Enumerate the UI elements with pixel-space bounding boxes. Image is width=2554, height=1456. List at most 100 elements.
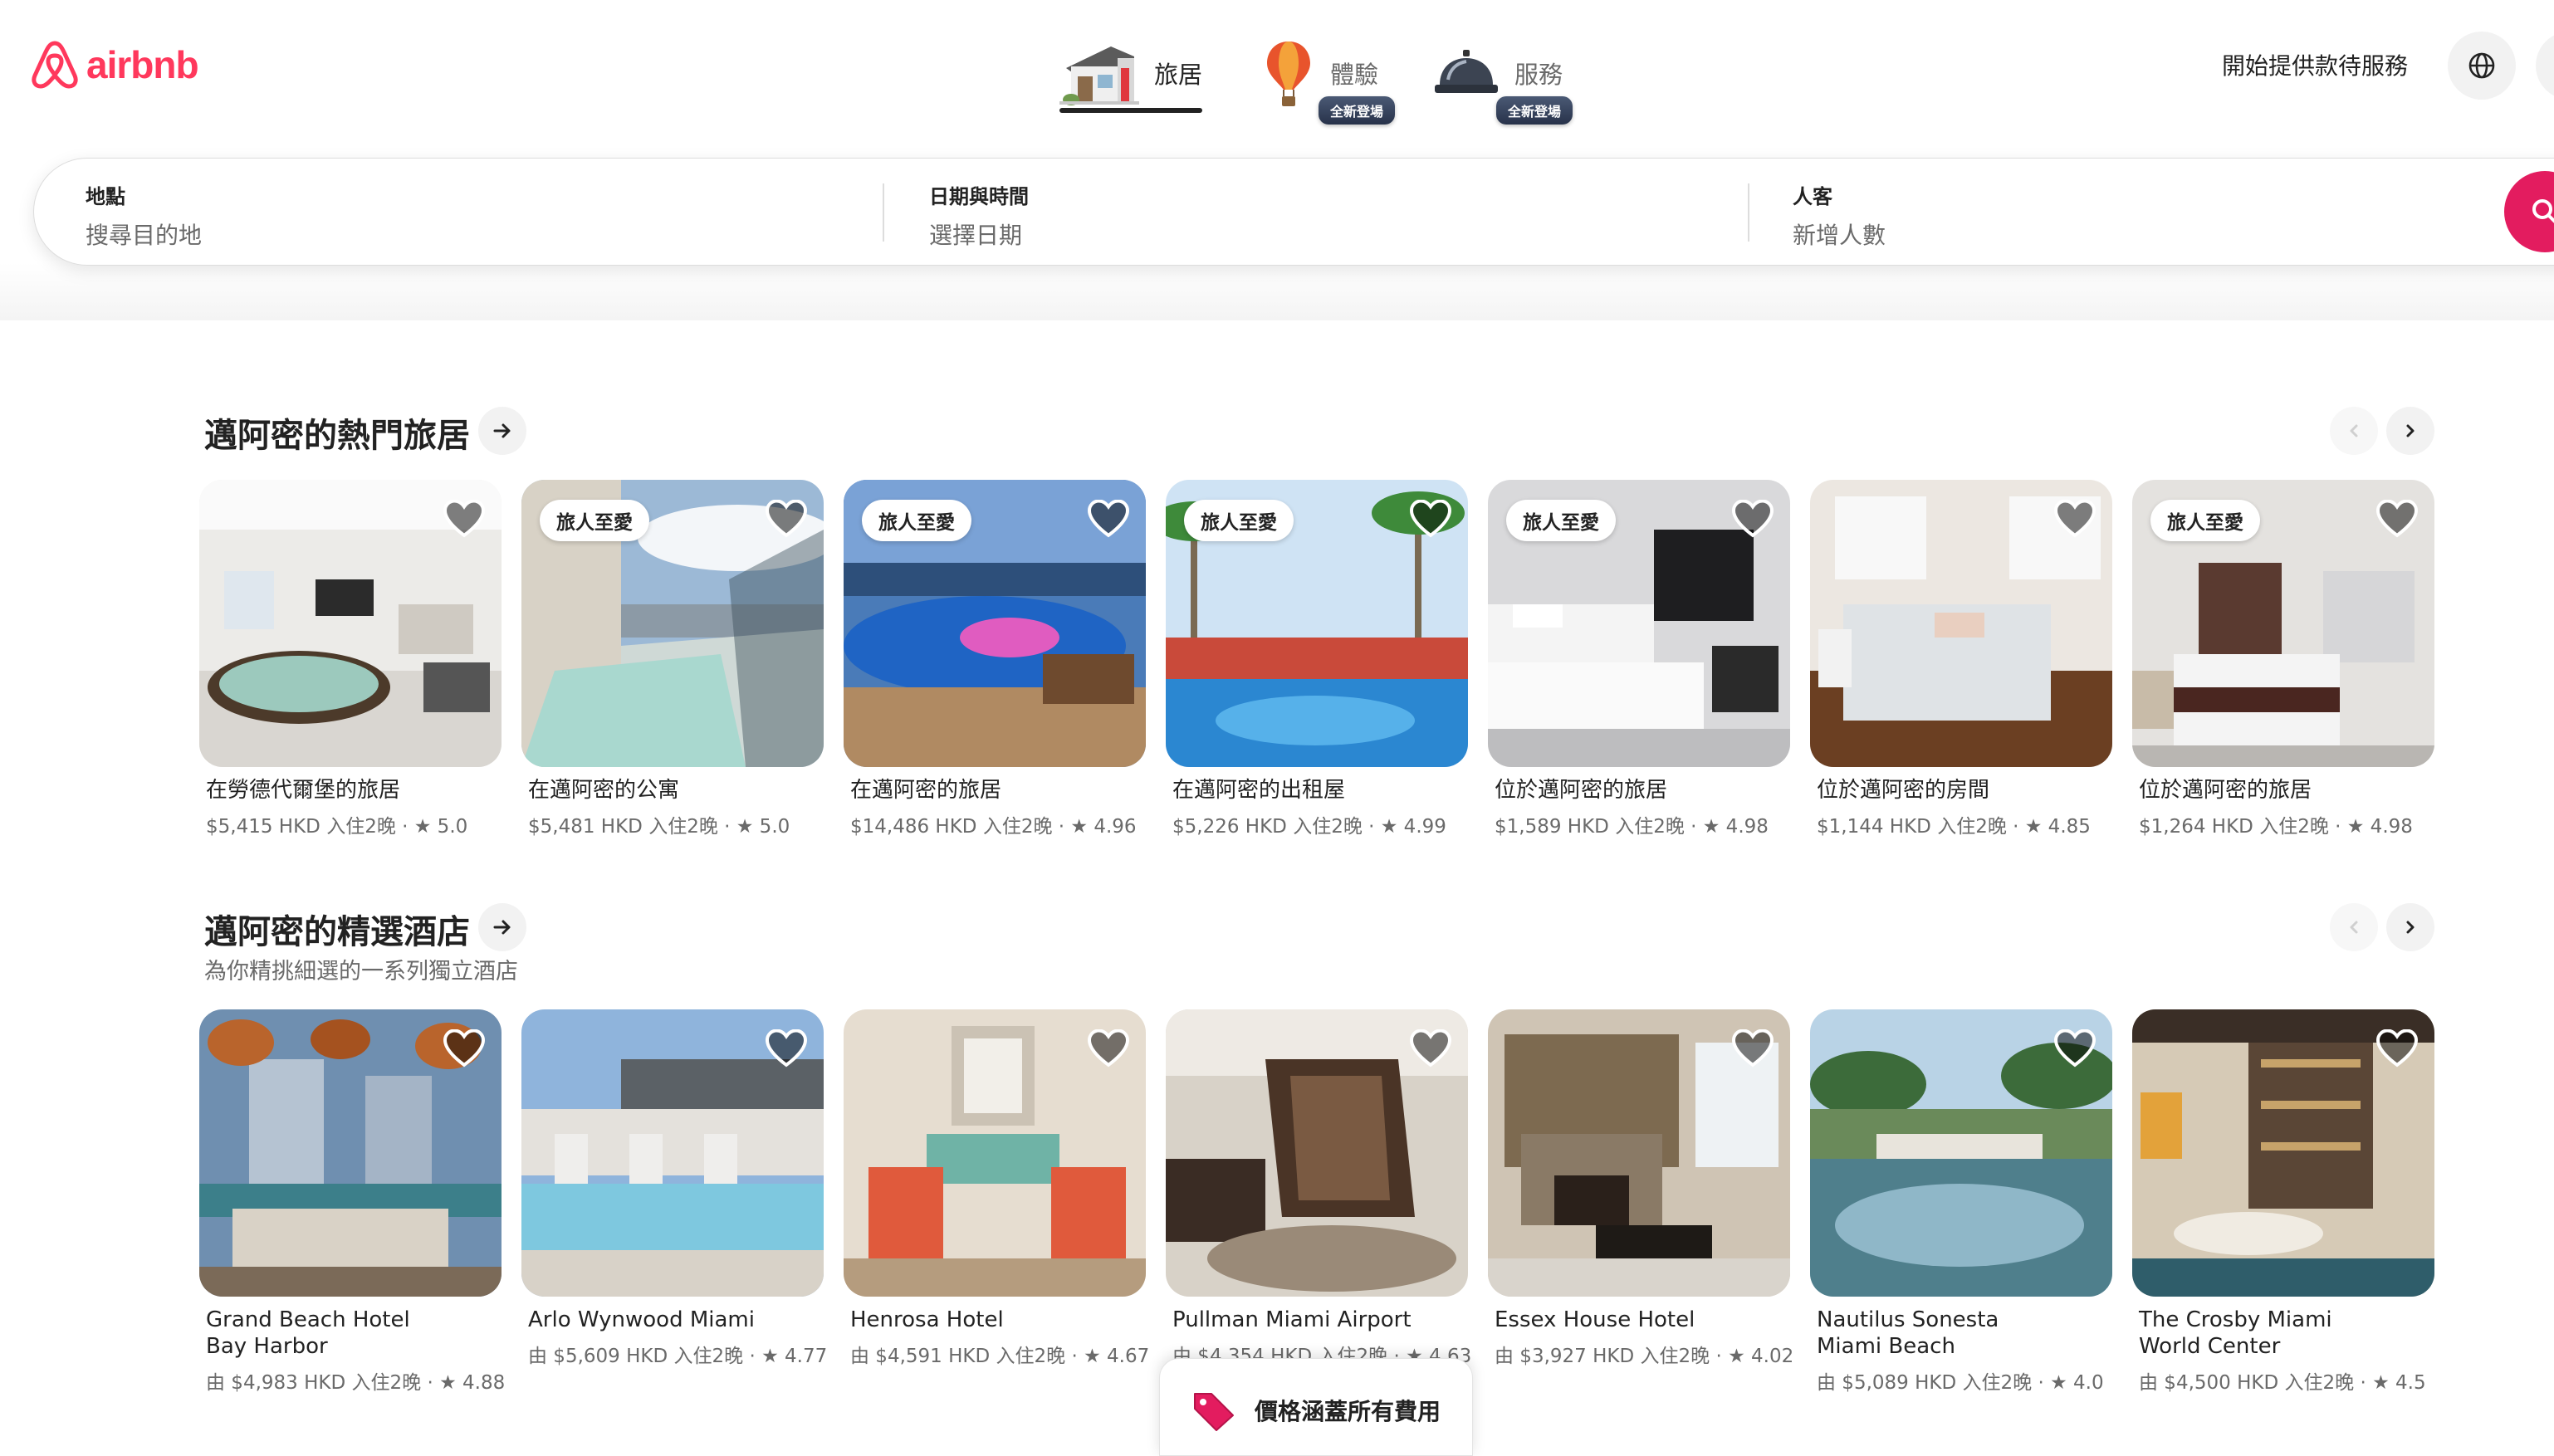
header-divider <box>0 262 2554 320</box>
hotel-title-line2: Miami Beach <box>1817 1334 1955 1359</box>
hotel-meta: 由 $5,609 HKD 入住2晚 · ★ 4.77 <box>528 1346 828 1367</box>
listing-photo[interactable]: 旅人至愛 <box>844 480 1146 767</box>
dates-input[interactable]: 選擇日期 <box>929 217 1029 251</box>
listing-photo[interactable] <box>1810 480 2112 767</box>
active-tab-indicator <box>1059 108 1202 113</box>
section-subtitle: 為你精挑細選的一系列獨立酒店 <box>204 959 518 985</box>
search-divider <box>883 183 884 242</box>
dates-field[interactable]: 日期與時間 選擇日期 <box>929 180 1029 251</box>
listing-title: 在邁阿密的出租屋 <box>1172 778 1346 803</box>
listing-meta: $5,226 HKD 入住2晚 · ★ 4.99 <box>1172 816 1446 838</box>
hot-air-balloon-icon <box>1267 42 1310 106</box>
price-notice-text: 價格涵蓋所有費用 <box>1255 1398 1441 1425</box>
carousel-next-button[interactable] <box>2386 903 2434 951</box>
logo-text: airbnb <box>86 43 199 86</box>
carousel-prev-button[interactable] <box>2330 407 2378 455</box>
hotel-photo[interactable] <box>1488 1009 1790 1297</box>
price-notice-toggle[interactable]: 價格涵蓋所有費用 <box>1159 1358 1473 1456</box>
become-host-link[interactable]: 開始提供款待服務 <box>2222 48 2408 81</box>
new-badge-experiences: 全新登場 <box>1319 96 1396 125</box>
hotel-photo[interactable] <box>521 1009 824 1297</box>
carousel-next-button[interactable] <box>2386 407 2434 455</box>
service-bell-icon <box>1435 50 1498 93</box>
section-arrow-button[interactable] <box>478 903 526 951</box>
listing-photo[interactable]: 旅人至愛 <box>2132 480 2434 767</box>
location-field[interactable]: 地點 搜尋目的地 <box>86 180 202 251</box>
hotel-title: Pullman Miami Airport <box>1172 1307 1463 1333</box>
carousel-prev-button[interactable] <box>2330 903 2378 951</box>
globe-icon <box>2468 52 2495 79</box>
guest-favorite-badge: 旅人至愛 <box>1184 500 1294 541</box>
guests-input[interactable]: 新增人數 <box>1793 217 1886 251</box>
listing-meta: $5,481 HKD 入住2晚 · ★ 5.0 <box>528 816 790 838</box>
hotel-photo[interactable] <box>844 1009 1146 1297</box>
hotel-meta: 由 $3,927 HKD 入住2晚 · ★ 4.02 <box>1495 1346 1794 1367</box>
heart-icon[interactable] <box>1410 500 1451 538</box>
section-title[interactable]: 邁阿密的熱門旅居 <box>204 408 470 457</box>
hotel-title: Nautilus Sonesta Miami Beach <box>1817 1307 2107 1360</box>
heart-icon[interactable] <box>2054 500 2096 538</box>
listing-photo[interactable] <box>199 480 502 767</box>
section-title[interactable]: 邁阿密的精選酒店 <box>204 905 470 953</box>
listing-photo[interactable]: 旅人至愛 <box>521 480 824 767</box>
heart-icon[interactable] <box>1410 1029 1451 1068</box>
listing-title: 在邁阿密的旅居 <box>850 778 1002 803</box>
tab-stays[interactable]: 旅居 <box>1059 30 1202 116</box>
heart-icon[interactable] <box>2376 1029 2418 1068</box>
house-icon <box>1059 46 1139 105</box>
heart-icon[interactable] <box>1732 500 1774 538</box>
section-arrow-button[interactable] <box>478 407 526 455</box>
top-header: airbnb 旅居 體驗 全新登場 服務 全新登場 開始提供款待服務 地點 搜尋… <box>0 0 2554 320</box>
heart-icon[interactable] <box>2376 500 2418 538</box>
language-button[interactable] <box>2448 32 2516 100</box>
hotel-photo[interactable] <box>2132 1009 2434 1297</box>
airbnb-logo[interactable]: airbnb <box>30 38 199 91</box>
hotel-title-line1: Arlo Wynwood Miami <box>528 1307 755 1332</box>
search-icon <box>2532 199 2554 223</box>
chevron-right-icon <box>2406 921 2415 934</box>
guest-favorite-badge: 旅人至愛 <box>862 500 971 541</box>
hotel-title: Henrosa Hotel <box>850 1307 1141 1333</box>
heart-icon[interactable] <box>766 500 807 538</box>
listing-meta: $14,486 HKD 入住2晚 · ★ 4.96 <box>850 816 1137 838</box>
guest-favorite-badge: 旅人至愛 <box>1506 500 1616 541</box>
heart-icon[interactable] <box>1088 1029 1129 1068</box>
hotel-meta: 由 $4,983 HKD 入住2晚 · ★ 4.88 <box>206 1372 506 1394</box>
guest-favorite-badge: 旅人至愛 <box>2150 500 2260 541</box>
listing-meta: $1,144 HKD 入住2晚 · ★ 4.85 <box>1817 816 2091 838</box>
chevron-right-icon <box>2406 424 2415 437</box>
heart-icon[interactable] <box>766 1029 807 1068</box>
listing-photo[interactable]: 旅人至愛 <box>1166 480 1468 767</box>
heart-icon[interactable] <box>1088 500 1129 538</box>
hotel-title-line1: Henrosa Hotel <box>850 1307 1004 1332</box>
tab-services-label: 服務 <box>1514 61 1563 89</box>
heart-icon[interactable] <box>443 500 485 538</box>
hotel-meta: 由 $5,089 HKD 入住2晚 · ★ 4.0 <box>1817 1372 2104 1394</box>
listing-title: 位於邁阿密的房間 <box>1817 778 1990 803</box>
listing-title: 位於邁阿密的旅居 <box>1495 778 1668 803</box>
price-tag-icon <box>1194 1393 1234 1431</box>
location-label: 地點 <box>86 185 125 208</box>
hotel-title: Grand Beach Hotel Bay Harbor <box>206 1307 497 1360</box>
user-menu-button[interactable] <box>2536 32 2554 100</box>
hotel-title-line1: Pullman Miami Airport <box>1172 1307 1412 1332</box>
hotel-title: Essex House Hotel <box>1495 1307 1785 1333</box>
airbnb-logo-icon <box>32 41 78 89</box>
hotel-title-line2: Bay Harbor <box>206 1334 328 1359</box>
guests-field[interactable]: 人客 新增人數 <box>1793 180 1886 251</box>
listing-photo[interactable]: 旅人至愛 <box>1488 480 1790 767</box>
listing-meta: $5,415 HKD 入住2晚 · ★ 5.0 <box>206 816 468 838</box>
arrow-right-icon <box>493 423 511 438</box>
new-badge-services: 全新登場 <box>1496 96 1573 125</box>
hotel-photo[interactable] <box>1810 1009 2112 1297</box>
dates-label: 日期與時間 <box>929 185 1029 208</box>
heart-icon[interactable] <box>1732 1029 1774 1068</box>
hotel-photo[interactable] <box>1166 1009 1468 1297</box>
heart-icon[interactable] <box>2054 1029 2096 1068</box>
guest-favorite-badge: 旅人至愛 <box>540 500 649 541</box>
heart-icon[interactable] <box>443 1029 485 1068</box>
location-input[interactable]: 搜尋目的地 <box>86 217 202 251</box>
hotel-photo[interactable] <box>199 1009 502 1297</box>
hotel-title: The Crosby Miami World Center <box>2139 1307 2429 1360</box>
hotel-title-line1: Essex House Hotel <box>1495 1307 1695 1332</box>
